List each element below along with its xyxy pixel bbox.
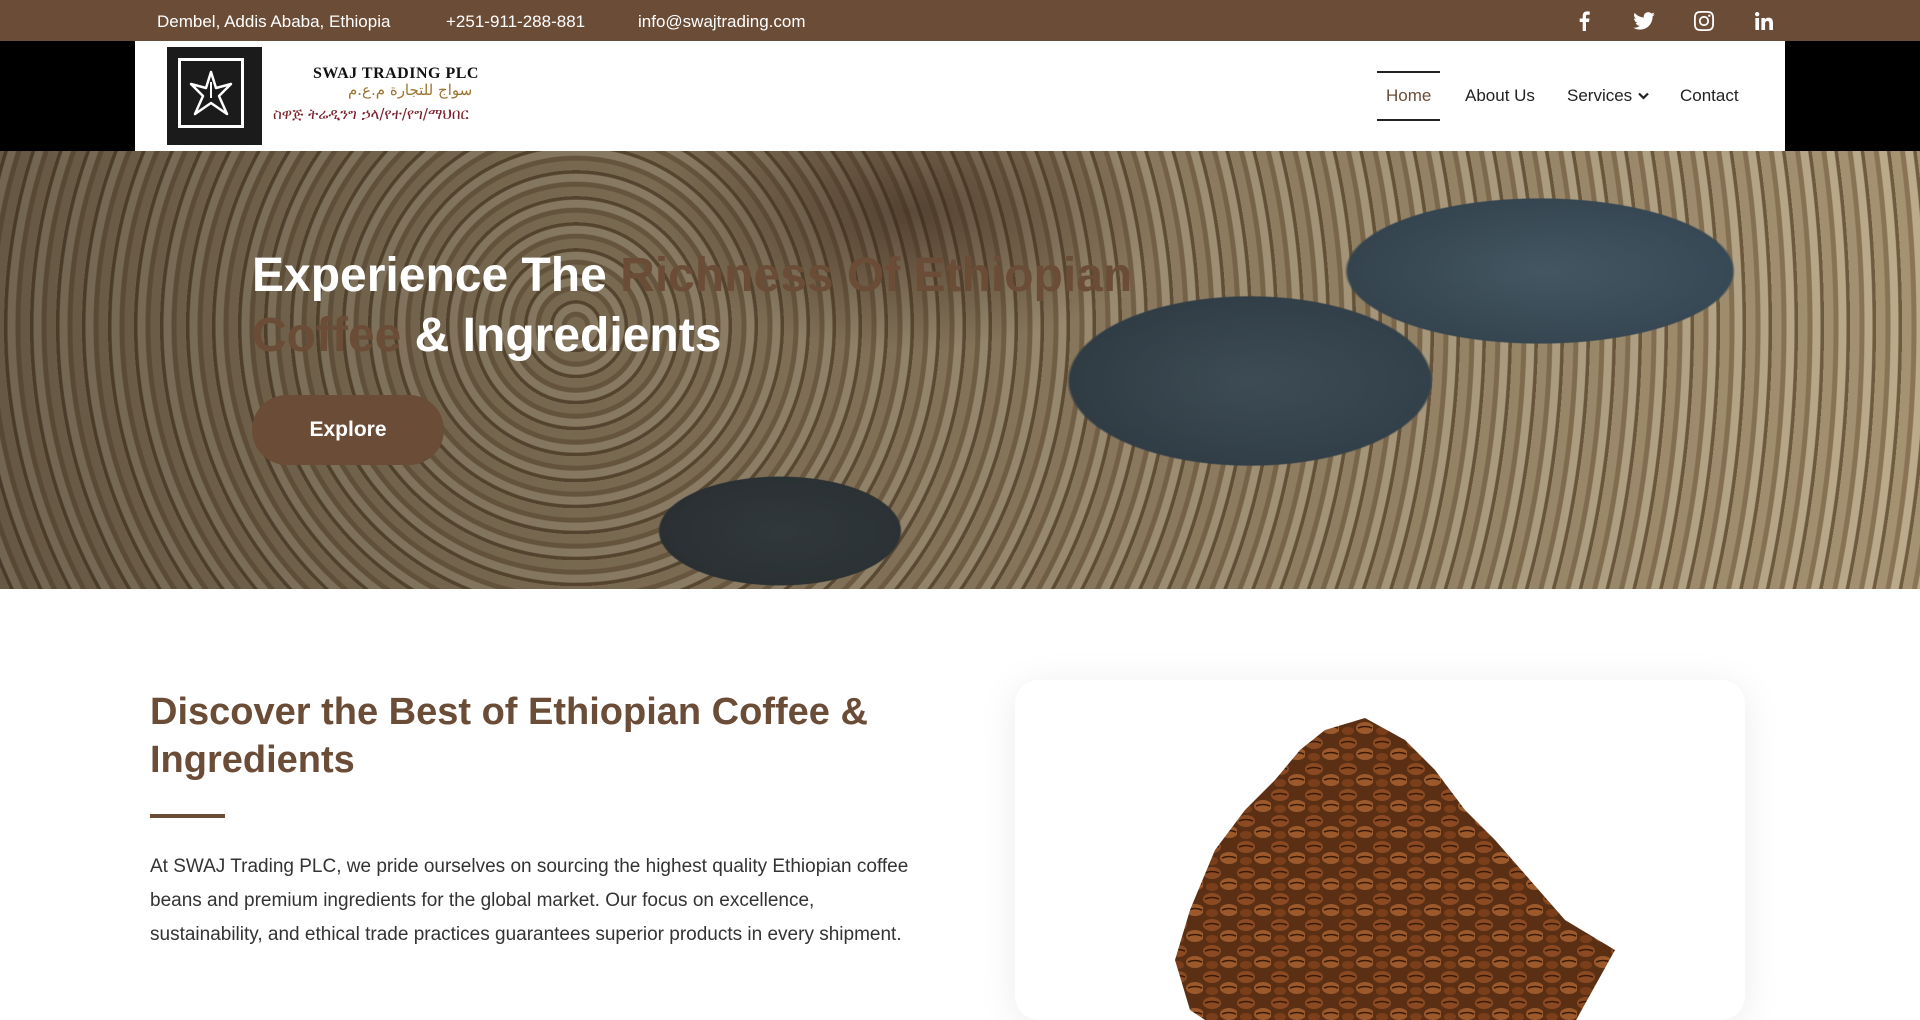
intro-text: At SWAJ Trading PLC, we pride ourselves … (150, 856, 909, 945)
logo-name-ar: سواج للتجارة م.ع.م (348, 81, 473, 99)
facebook-icon[interactable] (1572, 9, 1596, 33)
star-logo-icon (178, 58, 244, 128)
navbar: SWAJ TRADING PLC سواج للتجارة م.ع.م ስዋጅ … (135, 41, 1785, 151)
hero-title-part1: Experience The (252, 249, 621, 302)
email-text[interactable]: info@swajtrading.com (638, 0, 806, 41)
logo-mark[interactable] (167, 47, 262, 145)
ethiopia-coffee-map-image (1175, 718, 1615, 1020)
linkedin-icon[interactable] (1752, 9, 1776, 33)
hero-banner: Experience The Richness Of Ethiopian Cof… (0, 151, 1920, 589)
hero-overlay (0, 151, 1920, 589)
phone-text[interactable]: +251-911-288-881 (446, 0, 585, 41)
navbar-band: SWAJ TRADING PLC سواج للتجارة م.ع.م ስዋጅ … (0, 41, 1920, 151)
logo-name-am: ስዋጅ ትሬዲንግ ኃላ/የተ/የግ/ማህበር (273, 105, 469, 123)
explore-button[interactable]: Explore (252, 395, 444, 465)
title-divider (150, 814, 225, 818)
ethiopia-map-card (1015, 680, 1745, 1020)
nav-about-us[interactable]: About Us (1465, 41, 1535, 151)
hero-title: Experience The Richness Of Ethiopian Cof… (252, 246, 1152, 366)
instagram-icon[interactable] (1692, 9, 1716, 33)
address-text: Dembel, Addis Ababa, Ethiopia (157, 12, 391, 31)
chevron-down-icon (1638, 40, 1649, 150)
twitter-icon[interactable] (1632, 9, 1656, 33)
nav-home[interactable]: Home (1376, 41, 1441, 151)
intro-title: Discover the Best of Ethiopian Coffee & … (150, 691, 868, 781)
nav-contact[interactable]: Contact (1680, 41, 1739, 151)
nav-services[interactable]: Services (1567, 41, 1649, 151)
nav-services-label: Services (1567, 86, 1633, 105)
hero-title-part2: & Ingredients (401, 309, 722, 362)
top-bar: Dembel, Addis Ababa, Ethiopia +251-911-2… (0, 0, 1920, 41)
